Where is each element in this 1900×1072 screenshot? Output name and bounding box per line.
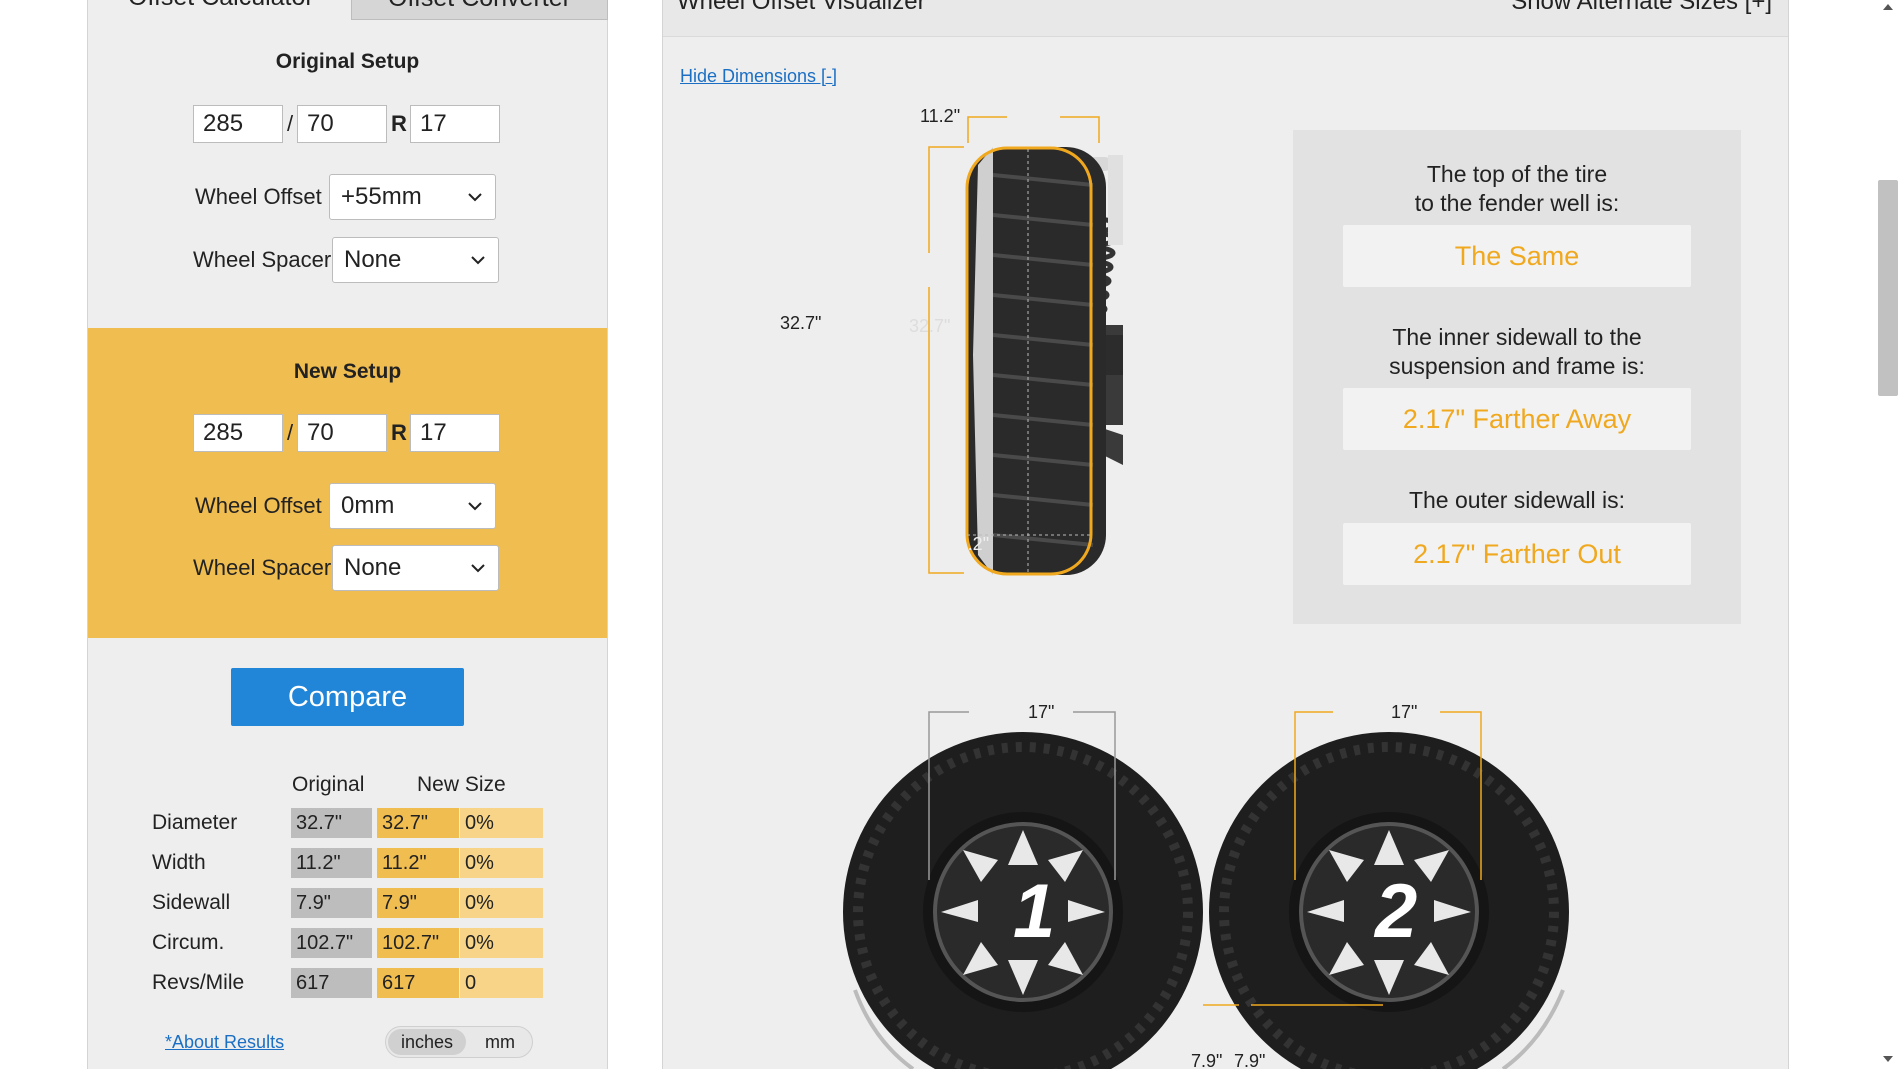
original-offset-value: +55mm bbox=[341, 183, 422, 210]
unit-mm-option[interactable]: mm bbox=[470, 1029, 530, 1055]
wheel-offset-label: Wheel Offset bbox=[195, 184, 322, 209]
new-offset-value: 0mm bbox=[341, 492, 395, 519]
new-offset-select[interactable]: 0mm bbox=[329, 483, 496, 529]
cell-new: 102.7" bbox=[377, 928, 459, 958]
new-aspect-input[interactable]: 70 bbox=[297, 414, 387, 452]
result-outer-sidewall-value: 2.17" Farther Out bbox=[1343, 523, 1691, 585]
unit-inches-option[interactable]: inches bbox=[388, 1029, 466, 1055]
cell-diff: 0% bbox=[460, 848, 543, 878]
cell-diff: 0% bbox=[460, 928, 543, 958]
visualizer-header: Wheel Offset Visualizer Show Alternate S… bbox=[663, 0, 1788, 37]
row-label: Sidewall bbox=[152, 891, 231, 914]
result-outer-sidewall-text: The outer sidewall is: bbox=[1408, 487, 1626, 513]
row-label: Width bbox=[152, 851, 206, 874]
tab-offset-converter[interactable]: Offset Converter bbox=[351, 0, 608, 20]
result-fender-text: The top of the tire to the fender well i… bbox=[1414, 161, 1620, 216]
new-rim-input[interactable]: 17 bbox=[410, 414, 500, 452]
slash-separator: / bbox=[287, 420, 294, 445]
hide-dimensions-link[interactable]: Hide Dimensions [-] bbox=[680, 66, 837, 87]
compare-button[interactable]: Compare bbox=[231, 668, 464, 726]
chevron-down-icon bbox=[468, 193, 482, 202]
result-fender-value: The Same bbox=[1343, 225, 1691, 287]
wheel-spacer-label: Wheel Spacer bbox=[193, 247, 332, 272]
r-separator: R bbox=[391, 420, 407, 445]
slash-separator: / bbox=[287, 111, 294, 136]
dim-wheel1-width: 17" bbox=[1028, 702, 1055, 722]
dim-top-width: 11.2" bbox=[920, 106, 961, 126]
cell-original: 102.7" bbox=[291, 928, 372, 958]
row-label: Diameter bbox=[152, 811, 238, 834]
dim-wheel2-width: 17" bbox=[1391, 702, 1418, 722]
tire-side-view bbox=[928, 116, 1123, 576]
results-summary: The top of the tire to the fender well i… bbox=[1293, 130, 1741, 624]
new-width-input[interactable]: 285 bbox=[193, 414, 283, 452]
cell-new: 7.9" bbox=[377, 888, 459, 918]
scrollbar-thumb[interactable] bbox=[1878, 180, 1898, 396]
wheel-spacer-label: Wheel Spacer bbox=[193, 555, 332, 580]
dim-inner-width: 11.2" bbox=[949, 534, 990, 554]
original-spacer-value: None bbox=[344, 246, 402, 273]
cell-diff: 0% bbox=[460, 888, 543, 918]
wheel-offset-label: Wheel Offset bbox=[195, 493, 322, 518]
results-col-original: Original bbox=[292, 773, 365, 796]
cell-new: 32.7" bbox=[377, 808, 459, 838]
results-col-new: New Size bbox=[417, 773, 506, 796]
new-spacer-value: None bbox=[344, 554, 402, 581]
original-offset-select[interactable]: +55mm bbox=[329, 174, 496, 220]
cell-new: 11.2" bbox=[377, 848, 459, 878]
visualizer-title: Wheel Offset Visualizer bbox=[677, 0, 926, 15]
result-inner-sidewall-value: 2.17" Farther Away bbox=[1343, 388, 1691, 450]
about-results-link[interactable]: *About Results bbox=[165, 1032, 284, 1053]
original-aspect-input[interactable]: 70 bbox=[297, 105, 387, 143]
cell-original: 617 bbox=[291, 968, 372, 998]
row-label: Revs/Mile bbox=[152, 971, 245, 994]
cell-original: 32.7" bbox=[291, 808, 372, 838]
cell-diff: 0 bbox=[460, 968, 543, 998]
result-inner-sidewall-text: The inner sidewall to the suspension and… bbox=[1389, 324, 1645, 379]
tab-offset-calculator[interactable]: Offset Calculator bbox=[128, 0, 314, 18]
r-separator: R bbox=[391, 111, 407, 136]
row-label: Circum. bbox=[152, 931, 225, 954]
calculator-panel: Offset Calculator Offset Converter Origi… bbox=[87, 0, 608, 1069]
cell-original: 7.9" bbox=[291, 888, 372, 918]
page-scrollbar[interactable] bbox=[1876, 0, 1900, 1069]
dim-side-height: 32.7" bbox=[780, 313, 822, 333]
original-rim-input[interactable]: 17 bbox=[410, 105, 500, 143]
new-spacer-select[interactable]: None bbox=[332, 545, 499, 591]
original-setup-title: Original Setup bbox=[275, 50, 420, 73]
unit-toggle[interactable]: inches mm bbox=[385, 1026, 533, 1058]
wheel-1-number: 1 bbox=[1013, 869, 1056, 954]
scroll-up-icon[interactable] bbox=[1882, 2, 1894, 12]
scroll-down-icon[interactable] bbox=[1882, 1054, 1894, 1064]
cell-diff: 0% bbox=[460, 808, 543, 838]
original-width-input[interactable]: 285 bbox=[193, 105, 283, 143]
new-setup-title: New Setup bbox=[293, 360, 402, 383]
visualizer-panel: Wheel Offset Visualizer Show Alternate S… bbox=[662, 0, 1789, 1071]
wheel-2-number: 2 bbox=[1375, 869, 1418, 954]
original-spacer-select[interactable]: None bbox=[332, 237, 499, 283]
show-alternate-sizes-link[interactable]: Show Alternate Sizes [+] bbox=[1511, 0, 1772, 16]
cell-original: 11.2" bbox=[291, 848, 372, 878]
chevron-down-icon bbox=[468, 502, 482, 511]
chevron-down-icon bbox=[471, 256, 485, 265]
new-setup-section: New Setup 285 / 70 R 17 Wheel Offset 0mm… bbox=[88, 328, 607, 638]
cell-new: 617 bbox=[377, 968, 459, 998]
chevron-down-icon bbox=[471, 564, 485, 573]
wheel-front-views bbox=[843, 711, 1569, 1069]
dim-inner-height: 32.7" bbox=[909, 316, 951, 336]
